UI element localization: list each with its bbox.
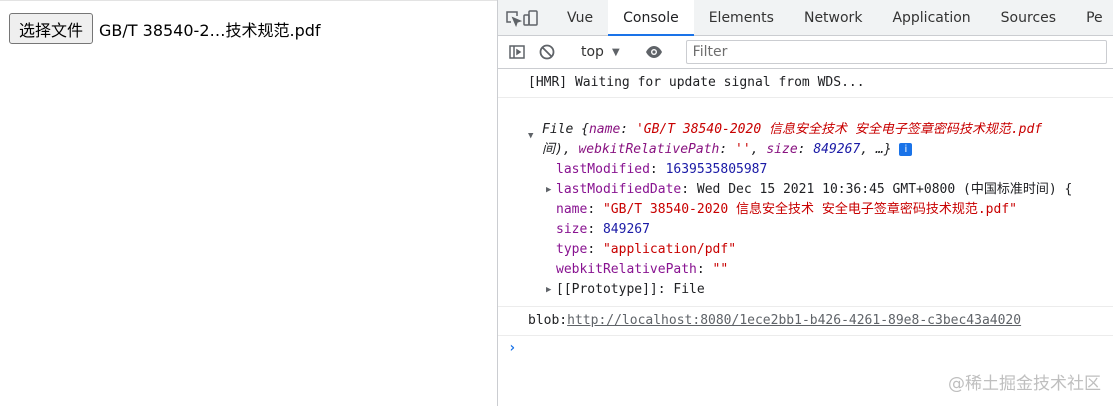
summary-key: size [766, 142, 798, 157]
sidebar-toggle-icon[interactable] [502, 37, 532, 67]
property-separator: : [587, 242, 603, 257]
context-selector[interactable]: top ▼ [575, 44, 626, 60]
selected-file-name: GB/T 38540-2…技术规范.pdf [99, 20, 321, 40]
summary-value: 849267 [813, 142, 861, 157]
console-object-entry[interactable]: ▼ File {name: 'GB/T 38540-2020 信息安全技术 安全… [498, 98, 1113, 307]
property-key: lastModifiedDate [556, 182, 682, 197]
property-value: 849267 [602, 222, 650, 237]
object-property: size: 849267 [528, 220, 1113, 240]
property-value: "application/pdf" [602, 242, 737, 257]
object-property[interactable]: ▶ [[Prototype]]: File [528, 280, 1113, 300]
object-type: File { [542, 122, 589, 137]
property-value: "" [712, 262, 729, 277]
property-key: lastModified [556, 162, 650, 177]
console-message: [HMR] Waiting for update signal from WDS… [498, 69, 1113, 98]
summary-value: '' [735, 142, 751, 157]
object-property: webkitRelativePath: "" [528, 260, 1113, 280]
object-summary-line-1[interactable]: ▼ File {name: 'GB/T 38540-2020 信息安全技术 安全… [528, 120, 1113, 141]
summary-value: 'GB/T 38540-2020 信息安全技术 安全电子签章密码技术规范.pdf [635, 122, 1043, 137]
property-separator: : [649, 162, 666, 177]
clear-console-icon[interactable] [532, 37, 562, 67]
choose-file-button[interactable]: 选择文件 [9, 13, 94, 44]
blob-prefix: blob: [528, 313, 568, 328]
console-message: blob:http://localhost:8080/1ece2bb1-b426… [498, 307, 1113, 336]
property-separator: : [587, 222, 603, 237]
property-separator: : [657, 282, 674, 297]
object-property: type: "application/pdf" [528, 240, 1113, 260]
filter-input[interactable] [685, 40, 1107, 64]
tab-sources[interactable]: Sources [986, 0, 1071, 35]
property-key: type [556, 242, 588, 257]
property-value: Wed Dec 15 2021 10:36:45 GMT+0800 (中国标准时… [696, 182, 1073, 197]
file-input[interactable]: 选择文件 GB/T 38540-2…技术规范.pdf [9, 13, 321, 44]
property-key: name [556, 202, 588, 217]
tab-pe[interactable]: Pe [1071, 0, 1113, 35]
expand-triangle-icon[interactable]: ▶ [546, 280, 551, 300]
property-separator: : [681, 182, 697, 197]
tab-network[interactable]: Network [789, 0, 877, 35]
object-property: name: "GB/T 38540-2020 信息安全技术 安全电子签章密码技术… [528, 200, 1113, 220]
property-value: 1639535805987 [665, 162, 768, 177]
object-property: lastModified: 1639535805987 [528, 160, 1113, 180]
watermark: @稀土掘金技术社区 [948, 374, 1101, 394]
property-separator: : [696, 262, 713, 277]
context-value: top [581, 44, 604, 60]
console-output: [HMR] Waiting for update signal from WDS… [498, 69, 1113, 356]
object-summary-line-2: 间), webkitRelativePath: '', size: 849267… [528, 140, 1113, 160]
caret-down-icon: ▼ [611, 46, 620, 58]
blob-link[interactable]: http://localhost:8080/1ece2bb1-b426-4261… [567, 313, 1021, 328]
property-value: "GB/T 38540-2020 信息安全技术 安全电子签章密码技术规范.pdf… [602, 202, 1017, 217]
devtools-tabbar: Vue Console Elements Network Application Sour… [498, 0, 1113, 36]
summary-key: name [588, 122, 621, 137]
device-toggle-icon[interactable] [522, 0, 540, 35]
summary-key: webkitRelativePath [578, 142, 720, 157]
info-icon[interactable]: i [899, 143, 913, 156]
property-separator: : [587, 202, 603, 217]
tab-console[interactable]: Console [608, 0, 694, 36]
chevron-right-icon: › [508, 340, 517, 356]
devtools-panel: Vue Console Elements Network Application Sour… [497, 0, 1113, 406]
property-value: File [673, 282, 705, 297]
hmr-message: [HMR] Waiting for update signal from WDS… [528, 75, 865, 90]
eye-icon[interactable] [639, 37, 669, 67]
expand-triangle-icon[interactable]: ▶ [546, 180, 551, 200]
property-key: webkitRelativePath [556, 262, 697, 277]
summary-wrap-text: 间), [542, 142, 579, 157]
property-key: size [556, 222, 588, 237]
tab-elements[interactable]: Elements [694, 0, 789, 35]
page-area: 选择文件 GB/T 38540-2…技术规范.pdf [0, 0, 497, 406]
summary-ellipsis: , …} [860, 142, 892, 157]
console-prompt[interactable]: › [498, 336, 1113, 356]
tab-vue[interactable]: Vue [552, 0, 608, 35]
console-toolbar: top ▼ [498, 36, 1113, 69]
object-property[interactable]: ▶ lastModifiedDate: Wed Dec 15 2021 10:36… [528, 180, 1113, 200]
property-key: [[Prototype]] [556, 282, 658, 297]
inspect-icon[interactable] [504, 0, 522, 35]
tab-application[interactable]: Application [877, 0, 985, 35]
